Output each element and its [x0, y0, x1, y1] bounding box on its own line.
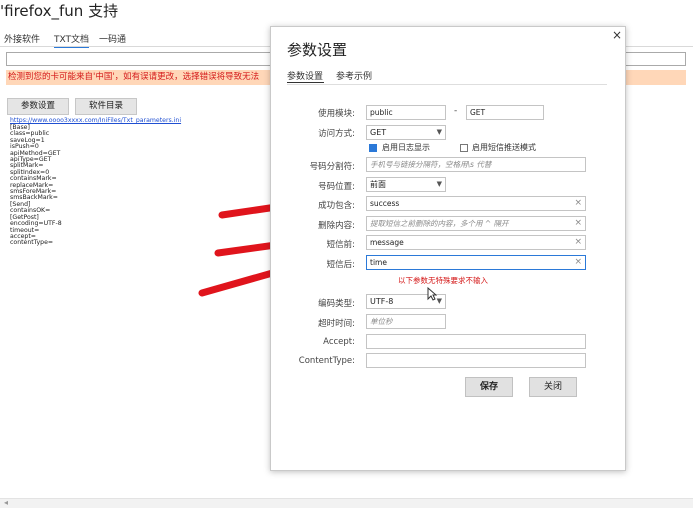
sms-before-label: 短信前:: [326, 240, 355, 250]
module-input[interactable]: public: [366, 105, 446, 120]
software-dir-button[interactable]: 软件目录: [75, 98, 137, 115]
push-checkbox-label: 启用短信推送模式: [472, 143, 536, 152]
log-checkbox[interactable]: [369, 144, 377, 152]
chevron-down-icon: ▼: [436, 128, 442, 136]
sms-before-value: message: [370, 238, 404, 247]
tab-one-code[interactable]: 一码通: [99, 32, 126, 45]
horizontal-scrollbar[interactable]: ◂: [0, 498, 693, 508]
mouse-pointer-icon: [427, 287, 437, 301]
chevron-down-icon: ▼: [436, 297, 442, 305]
delete-input[interactable]: 提取短信之前删除的内容，多个用 ^ 隔开 ×: [366, 216, 586, 231]
ini-link[interactable]: https://www.oooo3xxxx.com/IniFiles/Txt_p…: [10, 117, 181, 124]
timeout-input[interactable]: 单位秒: [366, 314, 446, 329]
position-label: 号码位置:: [318, 182, 355, 192]
module-label: 使用模块:: [318, 109, 355, 119]
app-title: 'firefox_fun 支持: [0, 2, 119, 20]
dialog-title: 参数设置: [287, 41, 348, 59]
method-label: 访问方式:: [318, 129, 355, 139]
scroll-left-icon[interactable]: ◂: [4, 498, 8, 507]
method-select-value: GET: [370, 128, 387, 137]
ini-content: [Base] class=public saveLog=1 isPush=0 a…: [10, 124, 62, 247]
success-input-value: success: [370, 199, 400, 208]
encoding-label: 编码类型:: [318, 299, 355, 309]
clear-icon[interactable]: ×: [574, 197, 582, 210]
close-icon[interactable]: ×: [612, 28, 622, 42]
content-type-label: ContentType:: [298, 356, 355, 366]
dialog-tab-divider: [287, 84, 607, 85]
separator-input[interactable]: 手机号与链接分隔符，空格用\s 代替: [366, 157, 586, 172]
push-checkbox[interactable]: [460, 144, 468, 152]
clear-icon[interactable]: ×: [574, 217, 582, 230]
tab-external-software[interactable]: 外接软件: [4, 32, 40, 45]
success-input[interactable]: success ×: [366, 196, 586, 211]
position-select-value: 前面: [370, 180, 386, 189]
success-label: 成功包含:: [318, 201, 355, 211]
close-button[interactable]: 关闭: [529, 377, 577, 397]
accept-input[interactable]: [366, 334, 586, 349]
content-type-input[interactable]: [366, 353, 586, 368]
chevron-down-icon: ▼: [436, 180, 442, 188]
optional-params-note: 以下参数无特殊要求不输入: [398, 276, 488, 285]
dialog-tab-indicator: [287, 82, 324, 83]
sms-after-label: 短信后:: [326, 260, 355, 270]
sms-after-value: time: [370, 258, 387, 267]
accept-label: Accept:: [323, 337, 355, 347]
save-button[interactable]: 保存: [465, 377, 513, 397]
encoding-select-value: UTF-8: [370, 297, 394, 306]
log-checkbox-label: 启用日志显示: [382, 143, 430, 152]
delete-label: 删除内容:: [318, 221, 355, 231]
clear-icon[interactable]: ×: [574, 236, 582, 249]
dialog-tab-example[interactable]: 参考示例: [336, 69, 372, 82]
module-dash: -: [454, 106, 458, 116]
delete-input-placeholder: 提取短信之前删除的内容，多个用 ^ 隔开: [370, 219, 509, 228]
sms-after-input[interactable]: time ×: [366, 255, 586, 270]
timeout-label: 超时时间:: [318, 319, 355, 329]
params-button[interactable]: 参数设置: [7, 98, 69, 115]
dialog-tab-params[interactable]: 参数设置: [287, 69, 323, 82]
clear-icon[interactable]: ×: [574, 256, 582, 269]
module-method-input[interactable]: GET: [466, 105, 544, 120]
params-dialog: 参数设置 × 参数设置 参考示例 使用模块: public - GET 访问方式…: [270, 26, 626, 471]
ini-line: contentType=: [10, 239, 54, 247]
separator-label: 号码分割符:: [309, 162, 355, 172]
sms-before-input[interactable]: message ×: [366, 235, 586, 250]
position-select[interactable]: 前面 ▼: [366, 177, 446, 192]
method-select[interactable]: GET ▼: [366, 125, 446, 140]
